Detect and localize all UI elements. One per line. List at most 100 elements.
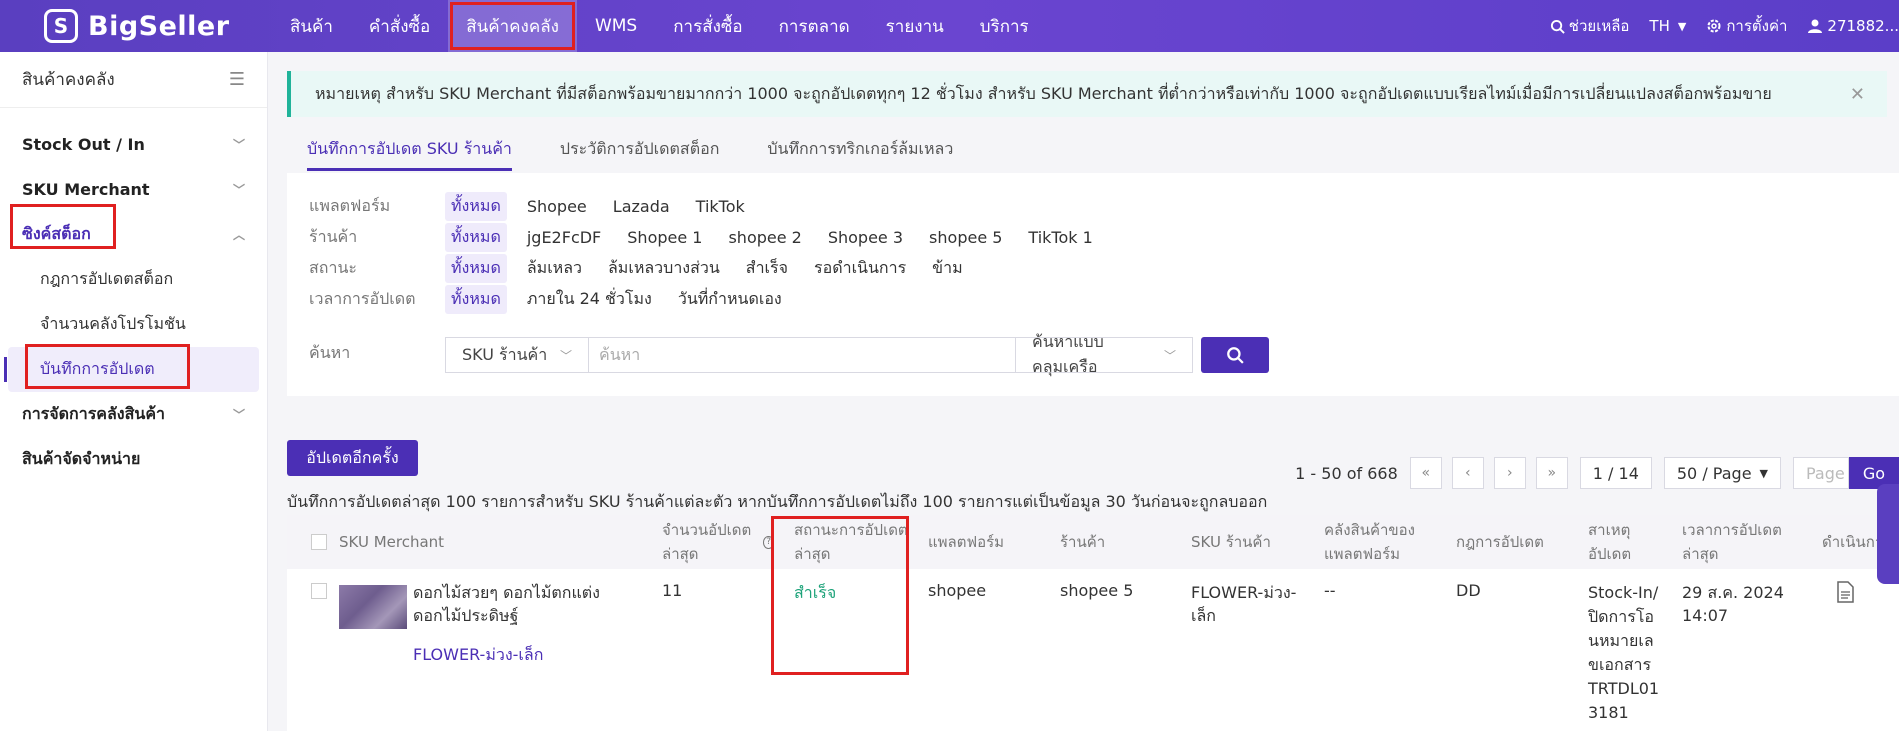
- nav-services[interactable]: บริการ: [962, 0, 1047, 52]
- nav-wms[interactable]: WMS: [577, 0, 655, 52]
- table-row: ดอกไม้สวยๆ ดอกไม้ตกแต่ง ดอกไม้ประดิษฐ์ F…: [287, 569, 1899, 731]
- nav-reports[interactable]: รายงาน: [868, 0, 962, 52]
- select-all-checkbox[interactable]: [311, 534, 327, 550]
- sidebar-group-sku-merchant[interactable]: SKU Merchant ﹀: [0, 167, 267, 212]
- sidebar-item-update-log[interactable]: บันทึกการอัปเดต: [4, 347, 259, 392]
- notice-text: หมายเหตุ สำหรับ SKU Merchant ที่มีสต็อกพ…: [315, 83, 1772, 103]
- merchant-sku-link[interactable]: FLOWER-ม่วง-เล็ก: [413, 643, 613, 668]
- filter-option[interactable]: ข้าม: [926, 254, 968, 283]
- prev-page-icon[interactable]: ‹: [1451, 457, 1484, 489]
- tab-stock-history[interactable]: ประวัติการอัปเดตสต็อก: [560, 131, 719, 171]
- chevron-down-icon: ﹀: [232, 408, 245, 422]
- cell-sku-merchant: ดอกไม้สวยๆ ดอกไม้ตกแต่ง ดอกไม้ประดิษฐ์ F…: [287, 569, 652, 731]
- col-update-reason: สาเหตุอัปเดต: [1588, 521, 1632, 563]
- user-menu[interactable]: 271882...: [1807, 17, 1899, 35]
- chevron-up-icon: ︿: [232, 228, 245, 242]
- nav-inventory[interactable]: สินค้าคงคลัง: [448, 0, 577, 52]
- sidebar-item-promo-stock[interactable]: จำนวนคลังโปรโมชัน: [0, 302, 267, 347]
- search-field-select[interactable]: SKU ร้านค้า ﹀: [445, 337, 589, 373]
- sidebar-title: สินค้าคงคลัง: [22, 70, 115, 90]
- filter-option[interactable]: วันที่กำหนดเอง: [672, 285, 788, 314]
- filter-option[interactable]: ล้มเหลวบางส่วน: [602, 254, 726, 283]
- sidebar-group-label: ซิงค์สต็อก: [22, 224, 91, 243]
- close-icon[interactable]: ✕: [1850, 84, 1865, 105]
- filter-option[interactable]: Shopee: [521, 195, 593, 218]
- filter-option[interactable]: ทั้งหมด: [445, 285, 507, 314]
- cell-store: shopee 5: [1060, 581, 1134, 600]
- row-checkbox[interactable]: [311, 583, 327, 599]
- document-icon[interactable]: [1836, 581, 1854, 603]
- chevron-down-icon: ﹀: [559, 348, 572, 363]
- filter-platform: แพลตฟอร์ม ทั้งหมด Shopee Lazada TikTok: [309, 191, 1877, 222]
- filter-option[interactable]: shopee 5: [923, 226, 1008, 249]
- filter-option[interactable]: Shopee 1: [621, 226, 708, 249]
- filter-option[interactable]: รอดำเนินการ: [808, 254, 912, 283]
- tab-store-sku-log[interactable]: บันทึกการอัปเดต SKU ร้านค้า: [307, 131, 512, 171]
- brand-logo[interactable]: S BigSeller: [44, 9, 244, 43]
- filter-option[interactable]: สำเร็จ: [740, 254, 794, 283]
- col-platform: แพลตฟอร์ม: [928, 533, 1005, 551]
- floating-feedback-tab[interactable]: [1877, 484, 1899, 584]
- filter-option[interactable]: TikTok 1: [1022, 226, 1098, 249]
- search-mode-select[interactable]: ค้นหาแบบคลุมเครือ ﹀: [1015, 332, 1193, 376]
- first-page-icon[interactable]: «: [1409, 457, 1442, 489]
- product-name: ดอกไม้สวยๆ ดอกไม้ตกแต่ง ดอกไม้ประดิษฐ์: [413, 583, 600, 625]
- filter-option[interactable]: ทั้งหมด: [445, 254, 507, 283]
- per-page-select[interactable]: 50 / Page ▼: [1663, 457, 1781, 489]
- cell-status: สำเร็จ: [794, 583, 837, 602]
- search-icon: [1550, 19, 1565, 34]
- filter-option[interactable]: TikTok: [690, 195, 751, 218]
- product-thumbnail[interactable]: [339, 585, 407, 629]
- collapse-sidebar-icon[interactable]: ☰: [229, 69, 245, 90]
- page-indicator[interactable]: 1 / 14: [1579, 457, 1652, 489]
- filter-label: สถานะ: [309, 258, 357, 277]
- sidebar-group-label: สินค้าจัดจำหน่าย: [22, 449, 141, 468]
- header-tools: ช่วยเหลือ TH ▼ การตั้งค่า 271882...: [1530, 0, 1899, 52]
- sidebar-group-warehouse[interactable]: การจัดการคลังสินค้า ﹀: [0, 392, 267, 437]
- cell-update-time: 29 ส.ค. 2024 14:07: [1682, 583, 1784, 625]
- chevron-down-icon: ▼: [1677, 19, 1687, 33]
- search-input[interactable]: ค้นหา: [589, 337, 1015, 373]
- sidebar-group-distribution[interactable]: สินค้าจัดจำหน่าย: [0, 437, 267, 482]
- filter-option[interactable]: jgE2FcDF: [521, 226, 607, 249]
- help-icon[interactable]: ?: [763, 535, 774, 549]
- language-select[interactable]: TH ▼: [1649, 17, 1686, 35]
- sidebar-group-stock-out-in[interactable]: Stock Out / In ﹀: [0, 122, 267, 167]
- tab-trigger-failures[interactable]: บันทึกการทริกเกอร์ล้มเหลว: [767, 131, 953, 171]
- sidebar-item-stock-update-rules[interactable]: กฎการอัปเดตสต็อก: [0, 257, 267, 302]
- search-button[interactable]: [1201, 337, 1269, 373]
- filter-option[interactable]: shopee 2: [722, 226, 807, 249]
- col-last-update-time: เวลาการอัปเดตล่าสุด: [1682, 521, 1782, 563]
- nav-purchase[interactable]: การสั่งซื้อ: [655, 0, 760, 52]
- col-last-qty: จำนวนอัปเดตล่าสุด?: [652, 515, 784, 569]
- settings-label: การตั้งค่า: [1726, 17, 1788, 35]
- chevron-down-icon: ﹀: [232, 183, 245, 197]
- filter-option[interactable]: ล้มเหลว: [521, 254, 588, 283]
- update-again-button[interactable]: อัปเดตอีกครั้ง: [287, 440, 418, 476]
- filter-option[interactable]: ทั้งหมด: [445, 192, 507, 221]
- nav-orders[interactable]: คำสั่งซื้อ: [351, 0, 448, 52]
- main-nav: สินค้า คำสั่งซื้อ สินค้าคงคลัง WMS การสั…: [272, 0, 1047, 52]
- nav-marketing[interactable]: การตลาด: [761, 0, 868, 52]
- col-actions: ดำเนินการ: [1822, 533, 1885, 551]
- col-label: SKU Merchant: [339, 533, 445, 551]
- sidebar: สินค้าคงคลัง ☰ Stock Out / In ﹀ SKU Merc…: [0, 52, 268, 731]
- settings-link[interactable]: การตั้งค่า: [1706, 14, 1787, 38]
- search-field-value: SKU ร้านค้า: [462, 344, 548, 364]
- page-jump-input[interactable]: Page: [1793, 457, 1849, 489]
- cell-platform: shopee: [928, 581, 987, 600]
- gear-icon: [1707, 19, 1721, 33]
- chevron-down-icon: ▼: [1759, 466, 1768, 480]
- tab-bar: บันทึกการอัปเดต SKU ร้านค้า ประวัติการอั…: [287, 131, 1897, 171]
- next-page-icon[interactable]: ›: [1493, 457, 1526, 489]
- filter-option[interactable]: ทั้งหมด: [445, 223, 507, 252]
- filter-option[interactable]: Shopee 3: [822, 226, 909, 249]
- cell-warehouse: --: [1324, 581, 1336, 600]
- nav-products[interactable]: สินค้า: [272, 0, 351, 52]
- sidebar-group-stock-sync[interactable]: ซิงค์สต็อก ︿: [0, 212, 267, 257]
- filter-option[interactable]: Lazada: [607, 195, 676, 218]
- filter-option[interactable]: ภายใน 24 ชั่วโมง: [521, 285, 658, 314]
- last-page-icon[interactable]: »: [1535, 457, 1568, 489]
- user-id: 271882...: [1827, 17, 1899, 35]
- help-link[interactable]: ช่วยเหลือ: [1550, 14, 1629, 38]
